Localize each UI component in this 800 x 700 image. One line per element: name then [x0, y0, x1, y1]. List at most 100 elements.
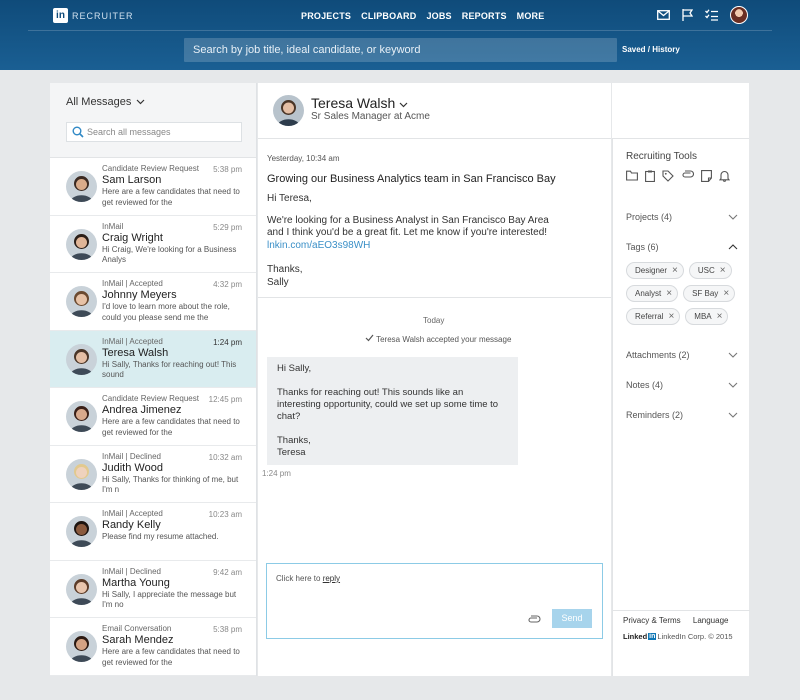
- bell-icon[interactable]: [719, 170, 730, 182]
- message-preview: I'd love to learn more about the role, c…: [102, 302, 242, 323]
- checkmark-icon: [365, 334, 374, 342]
- message-list-item[interactable]: InMail | Accepted4:32 pmJohnny MeyersI'd…: [50, 273, 256, 331]
- message-preview: Here are a few candidates that need to g…: [102, 647, 242, 668]
- message-type: Email Conversation: [102, 624, 171, 633]
- remove-tag-icon[interactable]: ×: [723, 288, 729, 299]
- candidate-avatar: [66, 459, 97, 490]
- message-time: 5:29 pm: [213, 223, 242, 232]
- tag-label: MBA: [694, 312, 711, 321]
- candidate-name: Sarah Mendez: [102, 634, 174, 646]
- chevron-down-icon: [136, 99, 145, 105]
- message-filter-dropdown[interactable]: All Messages: [66, 96, 145, 108]
- reply-message-bubble: Hi Sally, Thanks for reaching out! This …: [267, 357, 518, 465]
- chevron-down-icon: [728, 380, 738, 390]
- reply-link[interactable]: reply: [323, 574, 340, 583]
- attachments-section[interactable]: Attachments (2): [626, 350, 738, 360]
- copyright: LinkedinLinkedIn Corp. © 2015: [623, 632, 733, 641]
- message-list-item[interactable]: Candidate Review Request12:45 pmAndrea J…: [50, 388, 256, 446]
- folder-icon[interactable]: [626, 170, 638, 181]
- email-signoff: Thanks,: [267, 264, 567, 277]
- message-filter-label: All Messages: [66, 96, 131, 108]
- candidate-name: Judith Wood: [102, 462, 163, 474]
- remove-tag-icon[interactable]: ×: [720, 265, 726, 276]
- tags-section[interactable]: Tags (6): [626, 242, 738, 252]
- candidate-avatar: [66, 344, 97, 375]
- message-list-item[interactable]: InMail | Accepted10:23 amRandy KellyPlea…: [50, 503, 256, 561]
- inbox-panel: All Messages Search all messages Candida…: [50, 83, 257, 676]
- chevron-down-icon: [399, 102, 408, 108]
- email-timestamp: Yesterday, 10:34 am: [267, 154, 340, 163]
- tags-label: Tags (6): [626, 242, 659, 252]
- message-preview: Hi Sally, Thanks for thinking of me, but…: [102, 475, 242, 496]
- reply-hint: Click here to reply: [276, 574, 340, 583]
- message-list-item[interactable]: Candidate Review Request5:38 pmSam Larso…: [50, 158, 256, 216]
- recruiting-tools-panel: Recruiting Tools Projects (4) Tags (6) D…: [612, 139, 749, 676]
- chevron-up-icon: [728, 242, 738, 252]
- tag-chip[interactable]: Referral×: [626, 308, 680, 325]
- flag-icon[interactable]: [682, 9, 693, 21]
- message-preview: Hi Sally, I appreciate the message but I…: [102, 590, 242, 611]
- tag-chip[interactable]: Designer×: [626, 262, 684, 279]
- message-time: 4:32 pm: [213, 280, 242, 289]
- message-time: 10:23 am: [209, 510, 242, 519]
- reply-composer[interactable]: Click here to reply Send: [266, 563, 603, 639]
- tag-chip[interactable]: Analyst×: [626, 285, 678, 302]
- message-type: InMail | Declined: [102, 452, 161, 461]
- message-time: 12:45 pm: [209, 395, 242, 404]
- attachment-icon[interactable]: [681, 170, 694, 178]
- reminders-label: Reminders (2): [626, 410, 683, 420]
- message-list-item[interactable]: InMail | Accepted1:24 pmTeresa WalshHi S…: [50, 331, 256, 389]
- tag-list: Designer× USC× Analyst× SF Bay×Referral× MBA…: [626, 262, 738, 325]
- message-time: 5:38 pm: [213, 165, 242, 174]
- remove-tag-icon[interactable]: ×: [666, 288, 672, 299]
- nav-clipboard[interactable]: CLIPBOARD: [361, 11, 416, 21]
- header-divider: [28, 30, 772, 31]
- linkedin-in-icon: in: [648, 633, 656, 640]
- reply-time: 1:24 pm: [262, 469, 291, 478]
- tag-chip[interactable]: USC×: [689, 262, 732, 279]
- message-list-item[interactable]: InMail | Declined9:42 amMartha YoungHi S…: [50, 561, 256, 619]
- tag-chip[interactable]: SF Bay×: [683, 285, 735, 302]
- tag-icon[interactable]: [662, 170, 674, 182]
- global-search-input[interactable]: Search by job title, ideal candidate, or…: [184, 38, 617, 62]
- message-type: InMail | Declined: [102, 567, 161, 576]
- nav-projects[interactable]: PROJECTS: [301, 11, 351, 21]
- attachments-label: Attachments (2): [626, 350, 690, 360]
- reminders-section[interactable]: Reminders (2): [626, 410, 738, 420]
- tools-title: Recruiting Tools: [626, 151, 697, 162]
- contact-avatar[interactable]: [273, 95, 304, 126]
- message-list-item[interactable]: Email Conversation5:38 pmSarah MendezHer…: [50, 618, 256, 676]
- paperclip-icon[interactable]: [527, 615, 541, 623]
- message-type: InMail | Accepted: [102, 509, 163, 518]
- email-signature: Sally: [267, 277, 567, 290]
- nav-jobs[interactable]: JOBS: [426, 11, 451, 21]
- email-link[interactable]: lnkin.com/aEO3s98WH: [267, 240, 370, 251]
- language-link[interactable]: Language: [693, 616, 729, 625]
- privacy-terms-link[interactable]: Privacy & Terms: [623, 616, 681, 625]
- accepted-note: Teresa Walsh accepted your message: [365, 334, 511, 344]
- notes-section[interactable]: Notes (4): [626, 380, 738, 390]
- clipboard-icon[interactable]: [645, 170, 655, 182]
- message-list-item[interactable]: InMail | Declined10:32 amJudith WoodHi S…: [50, 446, 256, 504]
- message-list-item[interactable]: InMail5:29 pmCraig WrightHi Craig, We're…: [50, 216, 256, 274]
- remove-tag-icon[interactable]: ×: [668, 311, 674, 322]
- projects-section[interactable]: Projects (4): [626, 212, 738, 222]
- email-greeting: Hi Teresa,: [267, 193, 567, 206]
- remove-tag-icon[interactable]: ×: [672, 265, 678, 276]
- remove-tag-icon[interactable]: ×: [717, 311, 723, 322]
- message-search-input[interactable]: Search all messages: [66, 122, 242, 142]
- user-avatar[interactable]: [730, 6, 748, 24]
- nav-more[interactable]: MORE: [517, 11, 545, 21]
- day-separator: Today: [423, 316, 444, 325]
- candidate-name: Randy Kelly: [102, 519, 161, 531]
- tag-chip[interactable]: MBA ×: [685, 308, 728, 325]
- nav-reports[interactable]: REPORTS: [462, 11, 507, 21]
- checklist-icon[interactable]: [705, 9, 718, 21]
- note-icon[interactable]: [701, 170, 712, 182]
- linkedin-logo[interactable]: in RECRUITER: [53, 8, 134, 23]
- saved-history-link[interactable]: Saved / History: [622, 45, 680, 54]
- email-body: Hi Teresa, We're looking for a Business …: [267, 193, 567, 289]
- mail-icon[interactable]: [657, 10, 670, 20]
- send-button[interactable]: Send: [552, 609, 592, 628]
- contact-name-dropdown[interactable]: Teresa Walsh: [311, 95, 408, 111]
